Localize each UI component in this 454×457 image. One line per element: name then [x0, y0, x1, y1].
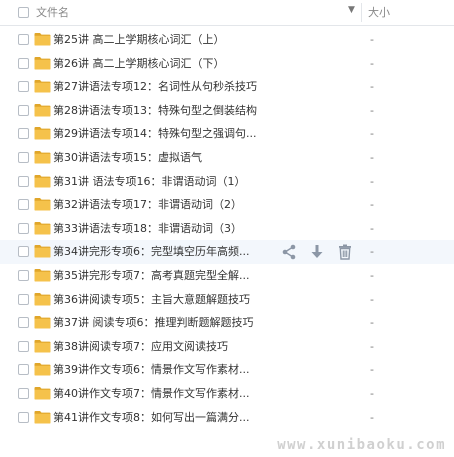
file-name-link[interactable]: 第33讲语法专项18：非谓语动词（3）	[53, 217, 242, 241]
file-row[interactable]: 第33讲语法专项18：非谓语动词（3） -	[0, 217, 454, 241]
folder-icon	[34, 79, 51, 93]
file-name-link[interactable]: 第25讲 高二上学期核心词汇（上）	[53, 28, 225, 52]
file-row[interactable]: 第38讲阅读专项7：应用文阅读技巧 -	[0, 335, 454, 359]
file-list: 第25讲 高二上学期核心词汇（上） - 第26讲 高二上学期核心词汇（下） - 第27讲…	[0, 28, 454, 429]
file-size: -	[370, 33, 374, 46]
folder-icon	[34, 150, 51, 164]
file-row[interactable]: 第30讲语法专项15：虚拟语气 -	[0, 146, 454, 170]
row-checkbox[interactable]	[18, 104, 29, 116]
file-name-link[interactable]: 第38讲阅读专项7：应用文阅读技巧	[53, 335, 228, 359]
folder-icon	[34, 244, 51, 258]
folder-icon	[34, 174, 51, 188]
file-name-link[interactable]: 第41讲作文专项8：如何写出一篇满分...	[53, 406, 249, 430]
file-row[interactable]: 第25讲 高二上学期核心词汇（上） -	[0, 28, 454, 52]
file-name-link[interactable]: 第29讲语法专项14：特殊句型之强调句...	[53, 122, 256, 146]
file-size: -	[370, 245, 374, 259]
folder-icon	[34, 362, 51, 376]
chevron-down-icon[interactable]: ▼	[348, 5, 355, 15]
file-row[interactable]: 第34讲完形专项6：完型填空历年高频... -	[0, 240, 454, 264]
file-name-link[interactable]: 第27讲语法专项12：名词性从句秒杀技巧	[53, 75, 257, 99]
file-row[interactable]: 第40讲作文专项7：情景作文写作素材... -	[0, 382, 454, 406]
row-checkbox[interactable]	[18, 411, 29, 423]
row-checkbox[interactable]	[18, 340, 29, 352]
file-name-link[interactable]: 第36讲阅读专项5：主旨大意题解题技巧	[53, 288, 250, 312]
file-size: -	[370, 150, 374, 164]
file-name-link[interactable]: 第37讲 阅读专项6：推理判断题解题技巧	[53, 311, 254, 335]
file-size: -	[370, 174, 374, 188]
folder-icon	[34, 56, 51, 70]
folder-icon	[34, 292, 51, 306]
folder-icon	[34, 126, 51, 140]
file-row[interactable]: 第37讲 阅读专项6：推理判断题解题技巧 -	[0, 311, 454, 335]
row-checkbox[interactable]	[18, 246, 29, 258]
folder-icon	[34, 268, 51, 282]
folder-icon	[34, 339, 51, 353]
row-checkbox[interactable]	[18, 175, 29, 187]
file-size: -	[370, 339, 374, 353]
row-checkbox[interactable]	[18, 151, 29, 163]
row-checkbox[interactable]	[18, 199, 29, 211]
file-name-link[interactable]: 第26讲 高二上学期核心词汇（下）	[53, 52, 225, 76]
file-row[interactable]: 第36讲阅读专项5：主旨大意题解题技巧 -	[0, 288, 454, 312]
row-checkbox[interactable]	[18, 128, 29, 140]
file-row[interactable]: 第35讲完形专项7：高考真题完型全解... -	[0, 264, 454, 288]
folder-icon	[34, 197, 51, 211]
file-size: -	[370, 80, 374, 94]
folder-icon	[34, 221, 51, 235]
file-name-link[interactable]: 第30讲语法专项15：虚拟语气	[53, 146, 202, 170]
row-checkbox[interactable]	[18, 269, 29, 281]
file-name-link[interactable]: 第39讲作文专项6：情景作文写作素材...	[53, 358, 249, 382]
file-row[interactable]: 第32讲语法专项17：非谓语动词（2） -	[0, 193, 454, 217]
row-checkbox[interactable]	[18, 34, 29, 45]
row-checkbox[interactable]	[18, 387, 29, 399]
folder-icon	[34, 386, 51, 400]
file-row[interactable]: 第31讲 语法专项16：非谓语动词（1） -	[0, 170, 454, 194]
share-icon[interactable]	[280, 243, 298, 261]
folder-icon	[34, 410, 51, 424]
folder-icon	[34, 103, 51, 117]
file-size: -	[370, 292, 374, 306]
file-name-link[interactable]: 第28讲语法专项13：特殊句型之倒装结构	[53, 99, 257, 123]
file-name-link[interactable]: 第35讲完形专项7：高考真题完型全解...	[53, 264, 249, 288]
column-header-name[interactable]: 文件名	[36, 0, 69, 25]
file-row[interactable]: 第41讲作文专项8：如何写出一篇满分... -	[0, 406, 454, 430]
row-checkbox[interactable]	[18, 317, 29, 329]
file-size: -	[370, 316, 374, 330]
file-row[interactable]: 第29讲语法专项14：特殊句型之强调句... -	[0, 122, 454, 146]
file-list-header: 文件名 ▼ 大小	[0, 0, 454, 26]
file-name-link[interactable]: 第34讲完形专项6：完型填空历年高频...	[53, 240, 249, 264]
file-size: -	[370, 56, 374, 70]
file-size: -	[370, 410, 374, 424]
folder-icon	[34, 32, 51, 46]
select-all-checkbox[interactable]	[18, 7, 29, 18]
file-row[interactable]: 第28讲语法专项13：特殊句型之倒装结构 -	[0, 99, 454, 123]
file-row[interactable]: 第39讲作文专项6：情景作文写作素材... -	[0, 358, 454, 382]
column-header-size[interactable]: 大小	[368, 0, 390, 25]
folder-icon	[34, 315, 51, 329]
watermark: www.xunibaoku.com	[277, 437, 446, 453]
download-icon[interactable]	[308, 243, 326, 261]
file-name-link[interactable]: 第31讲 语法专项16：非谓语动词（1）	[53, 170, 246, 194]
file-size: -	[370, 103, 374, 117]
file-size: -	[370, 221, 374, 235]
file-row[interactable]: 第27讲语法专项12：名词性从句秒杀技巧 -	[0, 75, 454, 99]
file-row[interactable]: 第26讲 高二上学期核心词汇（下） -	[0, 52, 454, 76]
file-size: -	[370, 363, 374, 377]
file-size: -	[370, 268, 374, 282]
file-size: -	[370, 198, 374, 212]
column-divider	[361, 3, 362, 22]
row-checkbox[interactable]	[18, 293, 29, 305]
row-checkbox[interactable]	[18, 57, 29, 69]
file-name-link[interactable]: 第40讲作文专项7：情景作文写作素材...	[53, 382, 249, 406]
delete-icon[interactable]	[336, 243, 354, 261]
file-size: -	[370, 386, 374, 400]
row-checkbox[interactable]	[18, 364, 29, 376]
row-checkbox[interactable]	[18, 222, 29, 234]
row-checkbox[interactable]	[18, 81, 29, 93]
file-size: -	[370, 127, 374, 141]
file-name-link[interactable]: 第32讲语法专项17：非谓语动词（2）	[53, 193, 242, 217]
